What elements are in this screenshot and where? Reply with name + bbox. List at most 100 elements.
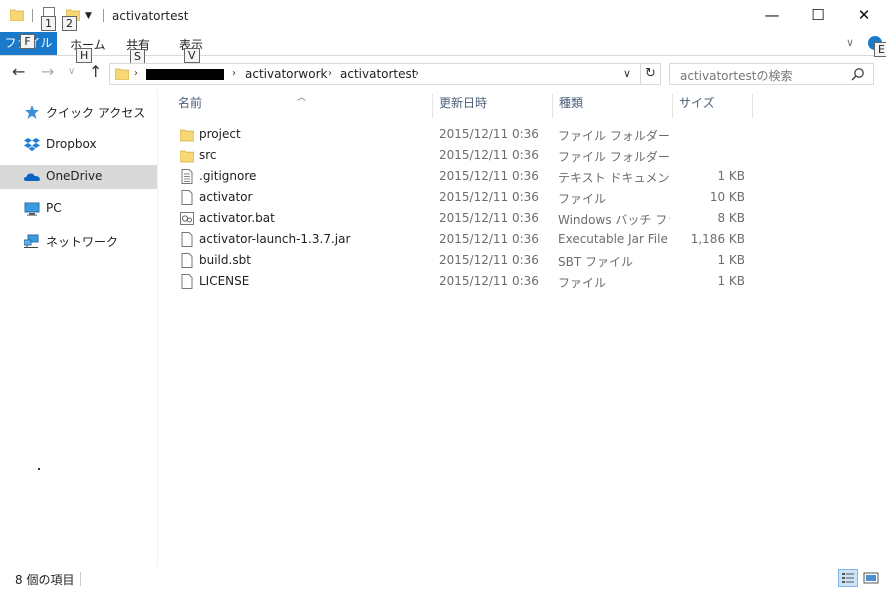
details-view-button[interactable] [838, 569, 858, 587]
file-icon [181, 232, 193, 247]
address-dropdown-icon[interactable]: ∨ [623, 67, 631, 80]
file-date: 2015/12/11 0:36 [439, 169, 539, 183]
sidebar-item-network[interactable]: ネットワーク [0, 229, 157, 253]
search-box[interactable]: activatortestの検索 [669, 63, 874, 85]
separator [80, 572, 81, 586]
navigation-pane: クイック アクセス Dropbox OneDrive PC ネットワーク [0, 90, 158, 566]
status-bar: 8 個の項目 [0, 566, 886, 591]
column-divider[interactable] [552, 94, 553, 118]
file-row[interactable]: build.sbt 2015/12/11 0:36 SBT ファイル 1 KB [160, 250, 760, 271]
column-divider[interactable] [752, 94, 753, 118]
file-row[interactable]: .gitignore 2015/12/11 0:36 テキスト ドキュメント 1… [160, 166, 760, 187]
file-size: 10 KB [709, 190, 745, 204]
search-icon [851, 68, 864, 81]
dropbox-icon [24, 138, 40, 151]
file-size: 1 KB [717, 169, 745, 183]
pc-icon [24, 202, 40, 216]
file-name: build.sbt [199, 253, 251, 267]
file-list: ︿ 名前 更新日時 種類 サイズ project 2015/12/11 0:36… [160, 90, 886, 566]
file-date: 2015/12/11 0:36 [439, 190, 539, 204]
keytip-file: F [20, 34, 35, 49]
column-divider[interactable] [672, 94, 673, 118]
breadcrumb-activatorwork[interactable]: activatorwork [245, 67, 327, 81]
chevron-right-icon[interactable]: › [328, 68, 332, 79]
item-count: 8 個の項目 [15, 573, 75, 587]
file-size: 1,186 KB [690, 232, 745, 246]
file-row[interactable]: LICENSE 2015/12/11 0:36 ファイル 1 KB [160, 271, 760, 292]
file-row[interactable]: activator.bat 2015/12/11 0:36 Windows バッ… [160, 208, 760, 229]
file-date: 2015/12/11 0:36 [439, 148, 539, 162]
file-type: ファイル フォルダー [558, 150, 670, 164]
minimize-button[interactable]: — [749, 0, 795, 30]
address-bar[interactable]: › › activatorwork › activatortest › ∨ ↻ [109, 63, 661, 85]
sidebar-item-quick-access[interactable]: クイック アクセス [0, 100, 157, 124]
navigation-bar: ← → ∨ ↑ › › activatorwork › activatortes… [0, 58, 886, 90]
details-view-icon [842, 573, 854, 583]
column-header-size[interactable]: サイズ [679, 94, 749, 120]
separator [32, 9, 33, 22]
file-type: テキスト ドキュメント [558, 171, 670, 185]
keytip-help: E [874, 42, 886, 57]
star-icon [25, 105, 39, 119]
file-size: 8 KB [717, 211, 745, 225]
file-name: activator [199, 190, 253, 204]
onedrive-icon [24, 173, 40, 181]
sidebar-item-label: Dropbox [46, 137, 97, 151]
large-icons-view-button[interactable] [861, 569, 881, 587]
file-date: 2015/12/11 0:36 [439, 274, 539, 288]
file-name: activator.bat [199, 211, 275, 225]
file-date: 2015/12/11 0:36 [439, 211, 539, 225]
file-row[interactable]: activator 2015/12/11 0:36 ファイル 10 KB [160, 187, 760, 208]
column-type-label: 種類 [559, 96, 584, 110]
file-icon [181, 253, 193, 268]
forward-icon[interactable]: → [41, 62, 54, 81]
customize-qat-icon[interactable]: ▼ [85, 11, 92, 21]
sidebar-item-label: クイック アクセス [46, 106, 146, 120]
column-header-type[interactable]: 種類 [559, 94, 669, 120]
file-date: 2015/12/11 0:36 [439, 127, 539, 141]
ribbon: ファイル F ホーム H 共有 S 表示 V ∨ E [0, 32, 886, 64]
sidebar-item-dropbox[interactable]: Dropbox [0, 133, 157, 157]
network-icon [24, 234, 39, 248]
folder-icon [180, 150, 194, 163]
file-name: .gitignore [199, 169, 257, 183]
folder-icon [10, 9, 24, 21]
column-header-date[interactable]: 更新日時 [439, 94, 549, 120]
file-type: ファイル フォルダー [558, 129, 670, 143]
sidebar-item-pc[interactable]: PC [0, 197, 157, 221]
file-size: 1 KB [717, 274, 745, 288]
file-row[interactable]: src 2015/12/11 0:36 ファイル フォルダー [160, 145, 760, 166]
window-title: activatortest [112, 9, 189, 23]
separator [103, 9, 104, 22]
file-type: SBT ファイル [558, 255, 633, 269]
column-header-name[interactable]: 名前 [178, 94, 428, 120]
breadcrumb-activatortest[interactable]: activatortest [340, 67, 416, 81]
column-divider[interactable] [432, 94, 433, 118]
chevron-right-icon[interactable]: › [415, 68, 419, 79]
back-icon[interactable]: ← [12, 62, 25, 81]
redacted-crumb[interactable] [146, 69, 224, 80]
recent-locations-icon[interactable]: ∨ [68, 66, 75, 77]
refresh-icon[interactable]: ↻ [640, 64, 660, 84]
batch-file-icon [180, 212, 194, 225]
column-date-label: 更新日時 [439, 96, 488, 110]
sidebar-item-onedrive[interactable]: OneDrive [0, 165, 157, 189]
file-row[interactable]: activator-launch-1.3.7.jar 2015/12/11 0:… [160, 229, 760, 250]
file-size: 1 KB [717, 253, 745, 267]
file-type: ファイル [558, 192, 607, 206]
file-row[interactable]: project 2015/12/11 0:36 ファイル フォルダー [160, 124, 760, 145]
file-name: project [199, 127, 241, 141]
up-icon[interactable]: ↑ [89, 62, 102, 81]
file-type: Executable Jar File [558, 232, 668, 246]
keytip-qat1: 1 [41, 16, 56, 31]
text-file-icon [181, 169, 193, 184]
folder-icon [115, 68, 129, 80]
file-type: ファイル [558, 276, 607, 290]
close-button[interactable]: ✕ [841, 0, 886, 30]
maximize-button[interactable]: ☐ [795, 0, 841, 30]
expand-ribbon-icon[interactable]: ∨ [846, 36, 854, 49]
chevron-right-icon[interactable]: › [232, 68, 236, 79]
search-input[interactable]: activatortestの検索 [680, 67, 792, 84]
file-icon [181, 274, 193, 289]
chevron-right-icon[interactable]: › [134, 68, 138, 79]
